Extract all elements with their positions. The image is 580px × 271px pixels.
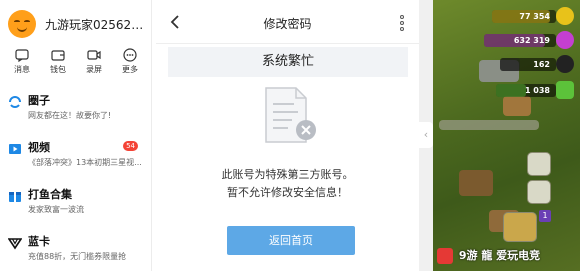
feature-video[interactable]: 视频 《部落冲突》13本初期三星视... 54 [8,139,146,186]
expand-panel-arrow[interactable]: ‹ [419,122,433,148]
watermark-text: 9游 龍 爱玩电竞 [458,249,541,262]
return-home-button[interactable]: 返回首页 [227,226,355,255]
more-icon [123,48,137,62]
more-vertical-icon[interactable] [399,15,405,31]
document-error-icon [265,87,316,143]
video-icon [9,144,21,154]
gems-icon [556,81,574,99]
card-icon [8,238,22,250]
feature-subtitle: 网友都在这！故要你了! [28,111,112,120]
error-message-line2: 暂不允许修改安全信息！ [227,186,348,199]
feature-subtitle: 发家致富一波流 [28,205,84,214]
map-button[interactable] [527,180,551,204]
dark-elixir-counter: 162 [500,58,556,71]
wallet-icon [51,50,65,61]
feature-title: 打鱼合集 [28,188,72,201]
record-icon [87,50,101,60]
feature-gift[interactable]: 打鱼合集 发家致富一波流 [8,186,146,233]
quick-actions: 消息 钱包 录屏 更多 [4,47,148,75]
feature-title: 蓝卡 [28,235,50,248]
change-password-dialog: 修改密码 系统繁忙 此账号为特殊第三方账号。 暂不允许修改安全信息！ 返回首页 [156,0,419,271]
circle-icon [9,96,21,108]
user-profile[interactable]: 九游玩家025627... [8,10,149,38]
shop-badge: 1 [539,210,551,222]
game-wall [439,120,539,130]
gems-fill-bar [496,84,526,97]
quick-action-record[interactable]: 录屏 [76,47,112,75]
quick-action-label: 钱包 [50,65,66,74]
system-busy-banner: 系统繁忙 [168,47,408,77]
gems-counter: 1 038 [496,84,556,97]
dialog-header: 修改密码 [156,0,419,44]
settings-button[interactable] [527,152,551,176]
username: 九游玩家025627... [45,17,149,32]
elixir-counter: 632 319 [484,34,556,47]
gold-counter: 77 354 [492,10,556,23]
error-message: 此账号为特殊第三方账号。 暂不允许修改安全信息！ [156,166,419,202]
error-message-line1: 此账号为特殊第三方账号。 [221,168,354,181]
dialog-title: 修改密码 [263,17,312,31]
feature-circle[interactable]: 圈子 网友都在这！故要你了! [8,92,146,139]
gift-icon [9,192,21,202]
gold-value: 77 354 [519,12,550,21]
elixir-value: 632 319 [513,36,550,45]
game-building [503,96,531,116]
shop-button[interactable] [503,212,537,242]
feature-card[interactable]: 蓝卡 充值88折，无门槛券限量抢 [8,233,146,271]
feature-title: 圈子 [28,94,50,107]
avatar[interactable] [8,10,36,38]
dark-elixir-icon [556,55,574,73]
elixir-icon [556,31,574,49]
feature-subtitle: 《部落冲突》13本初期三星视... [28,158,142,167]
gold-icon [556,7,574,25]
gems-value: 1 038 [524,86,550,95]
quick-action-more[interactable]: 更多 [112,47,148,75]
feature-subtitle: 充值88折，无门槛券限量抢 [28,252,127,261]
quick-action-message[interactable]: 消息 [4,47,40,75]
sidebar: 九游玩家025627... 消息 钱包 录屏 更多 圈子 网友都在这！故要你了!… [0,0,152,271]
feature-list: 圈子 网友都在这！故要你了! 视频 《部落冲突》13本初期三星视... 54 打… [8,92,146,271]
watermark: 9游 龍 爱玩电竞 [437,247,540,264]
dark-elixir-fill-bar [500,58,520,71]
quick-action-label: 消息 [14,65,30,74]
quick-action-wallet[interactable]: 钱包 [40,47,76,75]
quick-action-label: 录屏 [86,65,102,74]
watermark-logo [437,248,453,264]
dark-elixir-value: 162 [533,60,550,69]
game-building [459,170,493,196]
game-viewport[interactable]: ‹ 77 354 632 319 162 1 038 1 9游 龍 爱玩电竞 [419,0,580,271]
message-icon [15,49,29,63]
quick-action-label: 更多 [122,65,138,74]
notification-badge: 54 [123,141,138,151]
